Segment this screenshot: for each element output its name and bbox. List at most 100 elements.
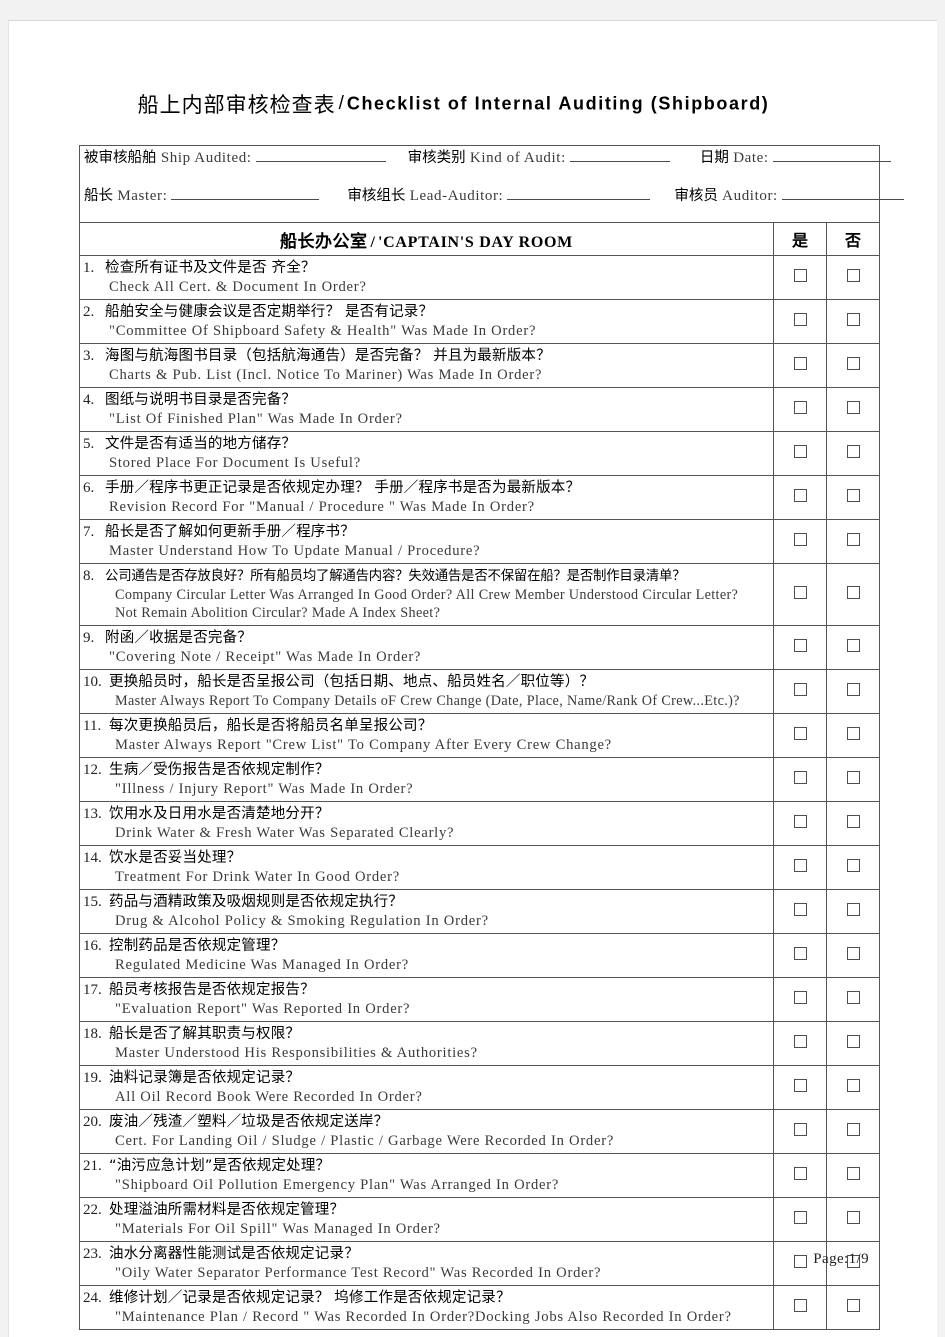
checkbox-cell-yes[interactable] <box>773 299 827 344</box>
checkbox-no-icon[interactable] <box>846 946 860 960</box>
checkbox-cell-yes[interactable] <box>773 713 827 758</box>
checkbox-no-icon[interactable] <box>846 1078 860 1092</box>
checkbox-cell-no[interactable] <box>826 889 880 934</box>
checkbox-no-icon[interactable] <box>846 312 860 326</box>
checkbox-cell-yes[interactable] <box>773 757 827 802</box>
checkbox-cell-yes[interactable] <box>773 845 827 890</box>
checkbox-no-icon[interactable] <box>846 444 860 458</box>
checkbox-yes-icon[interactable] <box>793 1210 807 1224</box>
checkbox-cell-yes[interactable] <box>773 625 827 670</box>
checkbox-no-icon[interactable] <box>846 1298 860 1312</box>
checkbox-no-icon[interactable] <box>846 400 860 414</box>
checkbox-yes-icon[interactable] <box>793 268 807 282</box>
checkbox-cell-no[interactable] <box>826 801 880 846</box>
checkbox-cell-yes[interactable] <box>773 519 827 564</box>
checkbox-yes-icon[interactable] <box>793 726 807 740</box>
checkbox-cell-yes[interactable] <box>773 801 827 846</box>
checkbox-no-icon[interactable] <box>846 1166 860 1180</box>
checkbox-no-icon[interactable] <box>846 532 860 546</box>
question-english-line: "Committee Of Shipboard Safety & Health"… <box>83 322 769 340</box>
checkbox-cell-no[interactable] <box>826 343 880 388</box>
checkbox-cell-yes[interactable] <box>773 1109 827 1154</box>
checkbox-cell-yes[interactable] <box>773 1285 827 1330</box>
checkbox-no-icon[interactable] <box>846 726 860 740</box>
checkbox-yes-icon[interactable] <box>793 1034 807 1048</box>
checkbox-cell-no[interactable] <box>826 713 880 758</box>
checkbox-no-icon[interactable] <box>846 990 860 1004</box>
checkbox-cell-yes[interactable] <box>773 889 827 934</box>
meta-input-blank[interactable] <box>772 148 891 162</box>
checkbox-no-icon[interactable] <box>846 858 860 872</box>
meta-input-blank[interactable] <box>781 186 904 200</box>
meta-input-blank[interactable] <box>255 148 386 162</box>
meta-input-blank[interactable] <box>171 186 320 200</box>
checkbox-yes-icon[interactable] <box>793 356 807 370</box>
checkbox-cell-no[interactable] <box>826 1285 880 1330</box>
checkbox-cell-yes[interactable] <box>773 431 827 476</box>
checkbox-cell-no[interactable] <box>826 977 880 1022</box>
checkbox-cell-yes[interactable] <box>773 933 827 978</box>
checkbox-yes-icon[interactable] <box>793 902 807 916</box>
checkbox-cell-no[interactable] <box>826 255 880 300</box>
checkbox-cell-yes[interactable] <box>773 1021 827 1066</box>
checkbox-no-icon[interactable] <box>846 356 860 370</box>
checkbox-yes-icon[interactable] <box>793 858 807 872</box>
checkbox-cell-yes[interactable] <box>773 563 827 626</box>
checkbox-cell-yes[interactable] <box>773 255 827 300</box>
checkbox-cell-yes[interactable] <box>773 1153 827 1198</box>
checkbox-no-icon[interactable] <box>846 488 860 502</box>
checkbox-no-icon[interactable] <box>846 1122 860 1136</box>
checkbox-cell-no[interactable] <box>826 387 880 432</box>
checkbox-yes-icon[interactable] <box>793 1298 807 1312</box>
checkbox-cell-yes[interactable] <box>773 343 827 388</box>
checklist-table: 被审核船舶 Ship Audited: 审核类别 Kind of Audit: … <box>79 145 904 1330</box>
checkbox-cell-no[interactable] <box>826 563 880 626</box>
checkbox-cell-no[interactable] <box>826 1065 880 1110</box>
meta-input-blank[interactable] <box>569 148 670 162</box>
checkbox-cell-no[interactable] <box>826 299 880 344</box>
checkbox-yes-icon[interactable] <box>793 990 807 1004</box>
meta-input-blank[interactable] <box>507 186 651 200</box>
checkbox-no-icon[interactable] <box>846 585 860 599</box>
checkbox-cell-no[interactable] <box>826 1021 880 1066</box>
checkbox-no-icon[interactable] <box>846 770 860 784</box>
checkbox-yes-icon[interactable] <box>793 400 807 414</box>
checkbox-yes-icon[interactable] <box>793 532 807 546</box>
checkbox-cell-yes[interactable] <box>773 387 827 432</box>
checkbox-yes-icon[interactable] <box>793 585 807 599</box>
checkbox-cell-yes[interactable] <box>773 977 827 1022</box>
checkbox-yes-icon[interactable] <box>793 488 807 502</box>
checkbox-cell-no[interactable] <box>826 431 880 476</box>
checkbox-yes-icon[interactable] <box>793 312 807 326</box>
checkbox-no-icon[interactable] <box>846 638 860 652</box>
checkbox-cell-yes[interactable] <box>773 1197 827 1242</box>
checkbox-cell-no[interactable] <box>826 625 880 670</box>
checkbox-cell-no[interactable] <box>826 1153 880 1198</box>
checkbox-yes-icon[interactable] <box>793 1166 807 1180</box>
checkbox-cell-yes[interactable] <box>773 1065 827 1110</box>
checkbox-cell-no[interactable] <box>826 1197 880 1242</box>
checkbox-cell-no[interactable] <box>826 475 880 520</box>
checkbox-no-icon[interactable] <box>846 814 860 828</box>
checkbox-cell-no[interactable] <box>826 669 880 714</box>
checkbox-yes-icon[interactable] <box>793 682 807 696</box>
checkbox-cell-yes[interactable] <box>773 475 827 520</box>
checkbox-cell-no[interactable] <box>826 519 880 564</box>
checkbox-yes-icon[interactable] <box>793 946 807 960</box>
checkbox-yes-icon[interactable] <box>793 1078 807 1092</box>
checkbox-yes-icon[interactable] <box>793 770 807 784</box>
checkbox-no-icon[interactable] <box>846 902 860 916</box>
checkbox-cell-yes[interactable] <box>773 669 827 714</box>
checkbox-no-icon[interactable] <box>846 1034 860 1048</box>
checkbox-yes-icon[interactable] <box>793 444 807 458</box>
checkbox-yes-icon[interactable] <box>793 638 807 652</box>
checkbox-yes-icon[interactable] <box>793 1122 807 1136</box>
checkbox-yes-icon[interactable] <box>793 814 807 828</box>
checkbox-cell-no[interactable] <box>826 933 880 978</box>
checkbox-cell-no[interactable] <box>826 757 880 802</box>
checkbox-cell-no[interactable] <box>826 845 880 890</box>
checkbox-no-icon[interactable] <box>846 1210 860 1224</box>
checkbox-no-icon[interactable] <box>846 682 860 696</box>
checkbox-cell-no[interactable] <box>826 1109 880 1154</box>
checkbox-no-icon[interactable] <box>846 268 860 282</box>
